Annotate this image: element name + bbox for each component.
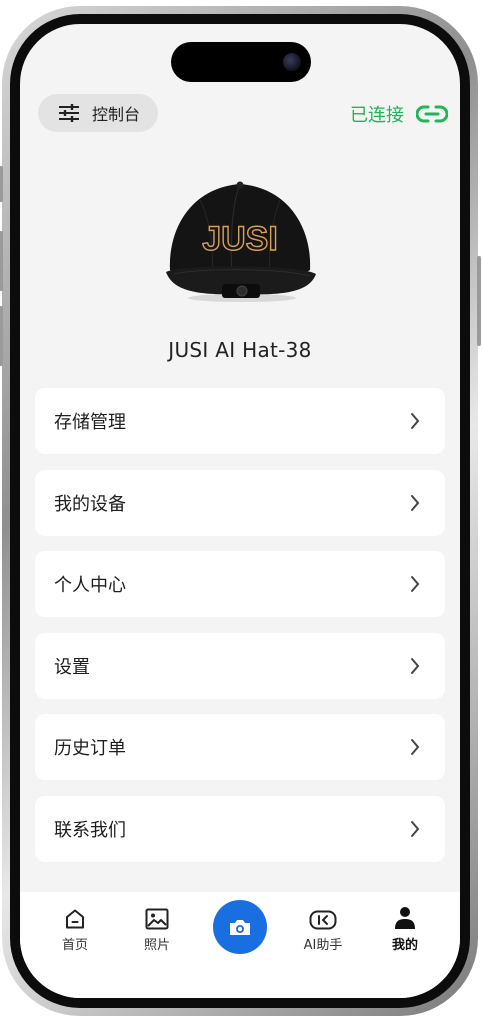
connection-status-label: 已连接 [350, 105, 404, 126]
menu-item-profile[interactable]: 个人中心 [35, 551, 445, 617]
sliders-icon [59, 104, 79, 122]
menu-item-label: 历史订单 [54, 738, 126, 759]
phone-frame: 控制台 已连接 JUSI JUSI AI Hat-38 存储管理 我的设备 个人… [0, 6, 481, 1016]
tab-ai-assistant[interactable]: AI助手 [288, 902, 358, 953]
ai-assistant-icon [309, 910, 337, 930]
connection-status[interactable]: 已连接 [350, 100, 448, 128]
cap-illustration: JUSI [166, 181, 316, 302]
chevron-right-icon [411, 413, 420, 429]
phone-bezel: 控制台 已连接 JUSI JUSI AI Hat-38 存储管理 我的设备 个人… [10, 14, 470, 1008]
menu-item-label: 个人中心 [54, 575, 126, 596]
hat-logo: JUSI [202, 220, 278, 258]
tab-label: 我的 [391, 938, 418, 953]
volume-down-button [0, 306, 3, 366]
app-screen: 控制台 已连接 JUSI JUSI AI Hat-38 存储管理 我的设备 个人… [20, 24, 460, 998]
menu-item-label: 联系我们 [54, 819, 126, 841]
power-button [477, 256, 481, 346]
bottom-tab-bar: 首页 照片 AI助手 我的 [20, 892, 460, 998]
action-button [0, 166, 3, 202]
settings-menu: 存储管理 我的设备 个人中心 设置 历史订单 联系我们 [35, 388, 445, 877]
volume-up-button [0, 231, 3, 291]
link-icon [416, 105, 448, 123]
console-button[interactable]: 控制台 [38, 94, 158, 132]
image-icon [145, 908, 169, 930]
menu-item-my-devices[interactable]: 我的设备 [35, 469, 445, 536]
device-name: JUSI AI Hat-38 [168, 338, 312, 362]
chevron-right-icon [411, 576, 420, 592]
tab-me[interactable]: 我的 [370, 902, 440, 953]
chevron-right-icon [411, 657, 420, 674]
menu-item-settings[interactable]: 设置 [35, 632, 445, 699]
menu-item-storage[interactable]: 存储管理 [35, 388, 445, 454]
chevron-right-icon [411, 494, 420, 511]
tab-label: AI助手 [303, 938, 343, 953]
camera-button[interactable] [213, 900, 267, 954]
device-image: JUSI [160, 170, 320, 310]
front-camera-lens [283, 53, 301, 71]
menu-item-label: 存储管理 [54, 412, 126, 433]
home-icon [66, 909, 84, 929]
dynamic-island [171, 42, 311, 82]
menu-item-label: 设置 [54, 656, 90, 678]
camera-icon [230, 920, 250, 935]
chevron-right-icon [411, 820, 420, 837]
tab-label: 首页 [61, 938, 88, 953]
chevron-right-icon [411, 739, 420, 755]
console-label: 控制台 [92, 105, 141, 124]
menu-item-contact-us[interactable]: 联系我们 [35, 795, 445, 862]
tab-home[interactable]: 首页 [40, 902, 110, 953]
tab-photos[interactable]: 照片 [122, 902, 192, 953]
person-icon [395, 907, 415, 929]
menu-item-label: 我的设备 [54, 493, 126, 515]
menu-item-order-history[interactable]: 历史订单 [35, 714, 445, 780]
tab-label: 照片 [143, 938, 170, 953]
